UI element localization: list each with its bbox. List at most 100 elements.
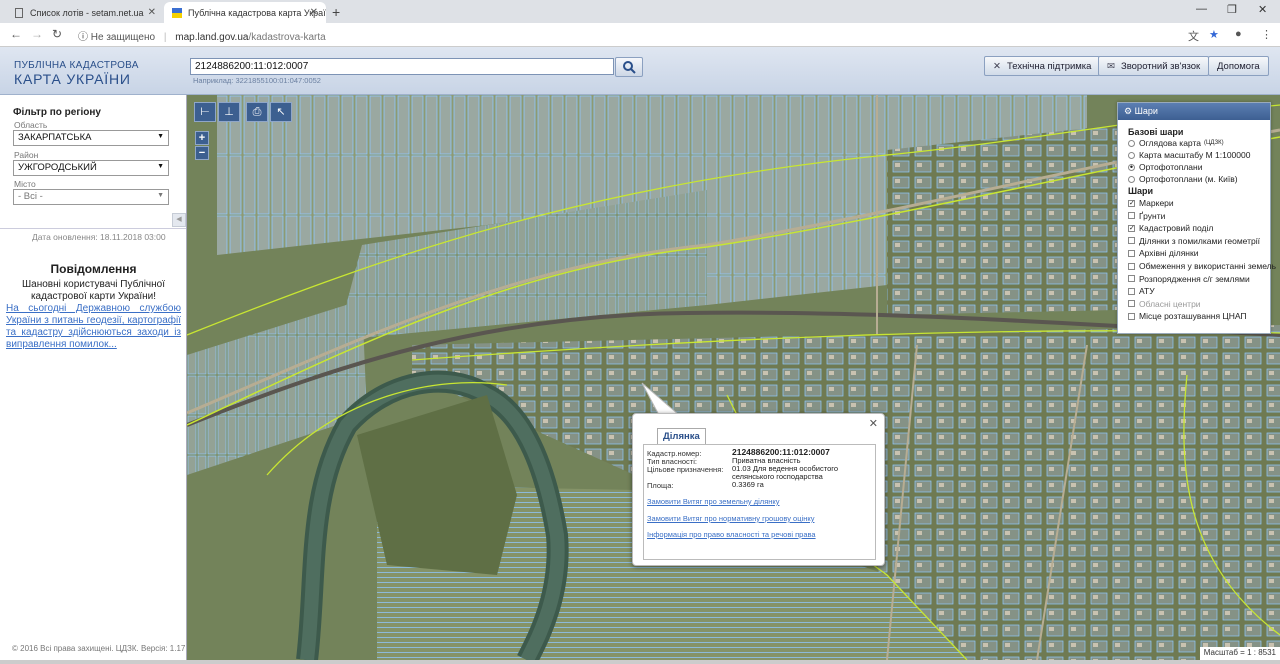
checkbox-icon[interactable] <box>1128 312 1135 320</box>
logo-line2: КАРТА УКРАЇНИ <box>14 71 131 87</box>
order-extract-link[interactable]: Замовити Витяг про земельну ділянку <box>647 497 780 506</box>
browser-tab-bar: Список лотів - setam.net.ua ✕ Публічна к… <box>0 0 1280 23</box>
close-icon[interactable]: ✕ <box>148 7 156 18</box>
mail-icon: ✉ <box>1107 60 1115 72</box>
area-measure-icon[interactable]: ⊥ <box>218 102 240 122</box>
checkbox-icon[interactable]: ✓ <box>1128 199 1135 207</box>
field-label: Площа: <box>647 481 674 490</box>
layer-option[interactable]: • Ортофотоплани <box>1128 162 1202 172</box>
map-view[interactable]: ⊢ ⊥ ⎙ ↖ + − ⚙ Шари Базові шари Оглядова … <box>187 95 1280 660</box>
layer-option[interactable]: Ортофотоплани (м. Київ) <box>1128 174 1238 184</box>
city-select[interactable]: - Всі - ▼ <box>13 189 169 205</box>
help-label: Допомога <box>1217 60 1260 72</box>
layer-label: Ортофотоплани <box>1139 162 1203 172</box>
radio-icon[interactable] <box>1128 151 1135 159</box>
layer-option[interactable]: Ділянки з помилками геометрії <box>1128 236 1260 246</box>
info-icon[interactable]: ⓘ <box>78 32 88 43</box>
ownership-info-link[interactable]: Інформація про право власності та речові… <box>647 530 816 539</box>
layer-option[interactable]: АТУ <box>1128 286 1155 296</box>
chevron-down-icon: ▼ <box>157 163 164 170</box>
layer-option[interactable]: Обмеження у використанні земель <box>1128 261 1276 271</box>
parcel-info: Кадастр.номер: 2124886200:11:012:0007 Ти… <box>643 444 876 560</box>
translate-icon[interactable]: 文 <box>1188 28 1199 44</box>
radio-icon[interactable]: • <box>1128 162 1135 171</box>
region-value: ЗАКАРПАТСЬКА <box>18 132 92 143</box>
checkbox-icon[interactable] <box>1128 275 1135 283</box>
notice-text: Шановні користувачі Публічної кадастрово… <box>22 279 165 302</box>
area-value: 0.3369 га <box>732 480 764 489</box>
reload-icon[interactable]: ↻ <box>52 27 62 41</box>
city-label: Місто <box>14 179 36 189</box>
layer-label: Оглядова карта <box>1139 138 1201 148</box>
search-button[interactable] <box>615 57 643 77</box>
url-field[interactable]: ⓘ Не защищено | map.land.gov.ua/kadastro… <box>78 28 326 43</box>
base-layers-title: Базові шари <box>1128 127 1184 137</box>
checkbox-icon[interactable] <box>1128 262 1135 270</box>
print-icon[interactable]: ⎙ <box>246 102 268 122</box>
page-icon <box>15 7 23 18</box>
maximize-icon[interactable]: ❐ <box>1227 3 1237 16</box>
layer-option[interactable]: ✓ Маркери <box>1128 198 1174 208</box>
cadastral-number: 2124886200:11:012:0007 <box>732 447 830 457</box>
radio-icon[interactable] <box>1128 175 1135 183</box>
close-icon[interactable]: ✕ <box>869 417 878 430</box>
layer-label: Обмеження у використанні земель <box>1139 261 1277 271</box>
layer-label: АТУ <box>1139 286 1155 297</box>
zoom-in-button[interactable]: + <box>195 131 209 145</box>
layer-label: Ділянки з помилками геометрії <box>1139 235 1260 246</box>
checkbox-icon[interactable] <box>1128 212 1135 220</box>
bookmark-star-icon[interactable]: ★ <box>1209 28 1219 41</box>
minimize-icon[interactable]: — <box>1196 3 1207 15</box>
browser-tab-setam[interactable]: Список лотів - setam.net.ua ✕ <box>6 2 164 23</box>
layer-option[interactable]: Місце розташування ЦНАП <box>1128 311 1247 321</box>
layer-label: Кадастровий поділ <box>1139 223 1214 234</box>
new-tab-button[interactable]: + <box>332 4 340 20</box>
layers-header[interactable]: ⚙ Шари <box>1118 103 1270 120</box>
layer-option[interactable]: Оглядова карта (ЦДЗК) <box>1128 138 1224 148</box>
feedback-button[interactable]: ✉ Зворотний зв'язок <box>1098 56 1210 76</box>
checkbox-icon[interactable] <box>1128 287 1135 295</box>
logo-line1: ПУБЛІЧНА КАДАСТРОВА <box>14 60 139 71</box>
support-button[interactable]: ✕ Технічна підтримка <box>984 56 1101 76</box>
support-label: Технічна підтримка <box>1006 60 1092 72</box>
field-label: Цільове призначення: <box>647 465 724 474</box>
district-label: Район <box>14 150 39 160</box>
checkbox-icon[interactable]: ✓ <box>1128 224 1135 232</box>
layer-option[interactable]: Карта масштабу М 1:100000 <box>1128 150 1250 160</box>
checkbox-icon[interactable] <box>1128 237 1135 245</box>
order-valuation-link[interactable]: Замовити Витяг про нормативну грошову оц… <box>647 514 814 523</box>
window-close-icon[interactable]: ✕ <box>1258 3 1267 16</box>
layer-label: Ортофотоплани (м. Київ) <box>1139 174 1238 184</box>
help-button[interactable]: Допомога <box>1208 56 1269 76</box>
account-icon[interactable]: ● <box>1235 28 1242 40</box>
layer-option[interactable]: Розпорядження с/г землями <box>1128 274 1250 284</box>
browser-tab-kadastr[interactable]: Публічна кадастрова карта Украї ✕ <box>164 2 326 23</box>
collapse-sidebar-button[interactable]: ◀ <box>172 213 186 227</box>
radio-icon[interactable] <box>1128 139 1135 147</box>
divider <box>0 228 186 229</box>
layer-option[interactable]: Ґрунти <box>1128 211 1165 221</box>
layer-option[interactable]: Архівні ділянки <box>1128 248 1198 258</box>
forward-icon[interactable]: → <box>31 27 43 41</box>
chevron-down-icon: ▼ <box>157 133 164 140</box>
layer-option[interactable]: Обласні центри <box>1128 299 1201 309</box>
layer-option[interactable]: ✓ Кадастровий поділ <box>1128 223 1213 233</box>
notice-link[interactable]: На сьогодні Державною службою України з … <box>6 303 181 351</box>
zoom-out-button[interactable]: − <box>195 146 209 160</box>
close-icon[interactable]: ✕ <box>310 7 318 18</box>
tab-parcel[interactable]: Ділянка <box>657 428 706 444</box>
info-cursor-icon[interactable]: ↖ <box>270 102 292 122</box>
layer-label: Маркери <box>1139 198 1174 208</box>
chevron-down-icon: ▼ <box>157 192 164 199</box>
cadastral-search-input[interactable]: 2124886200:11:012:0007 <box>190 58 614 75</box>
back-icon[interactable]: ← <box>10 27 22 41</box>
checkbox-icon[interactable] <box>1128 249 1135 257</box>
map-toolbar: ⊢ ⊥ ⎙ ↖ <box>194 102 292 122</box>
region-label: Область <box>14 120 48 130</box>
region-select[interactable]: ЗАКАРПАТСЬКА ▼ <box>13 130 169 146</box>
layer-label: Ґрунти <box>1139 210 1166 221</box>
checkbox-icon[interactable] <box>1128 300 1135 308</box>
menu-icon[interactable]: ⋮ <box>1261 28 1272 41</box>
district-select[interactable]: УЖГОРОДСЬКИЙ ▼ <box>13 160 169 176</box>
ruler-icon[interactable]: ⊢ <box>194 102 216 122</box>
